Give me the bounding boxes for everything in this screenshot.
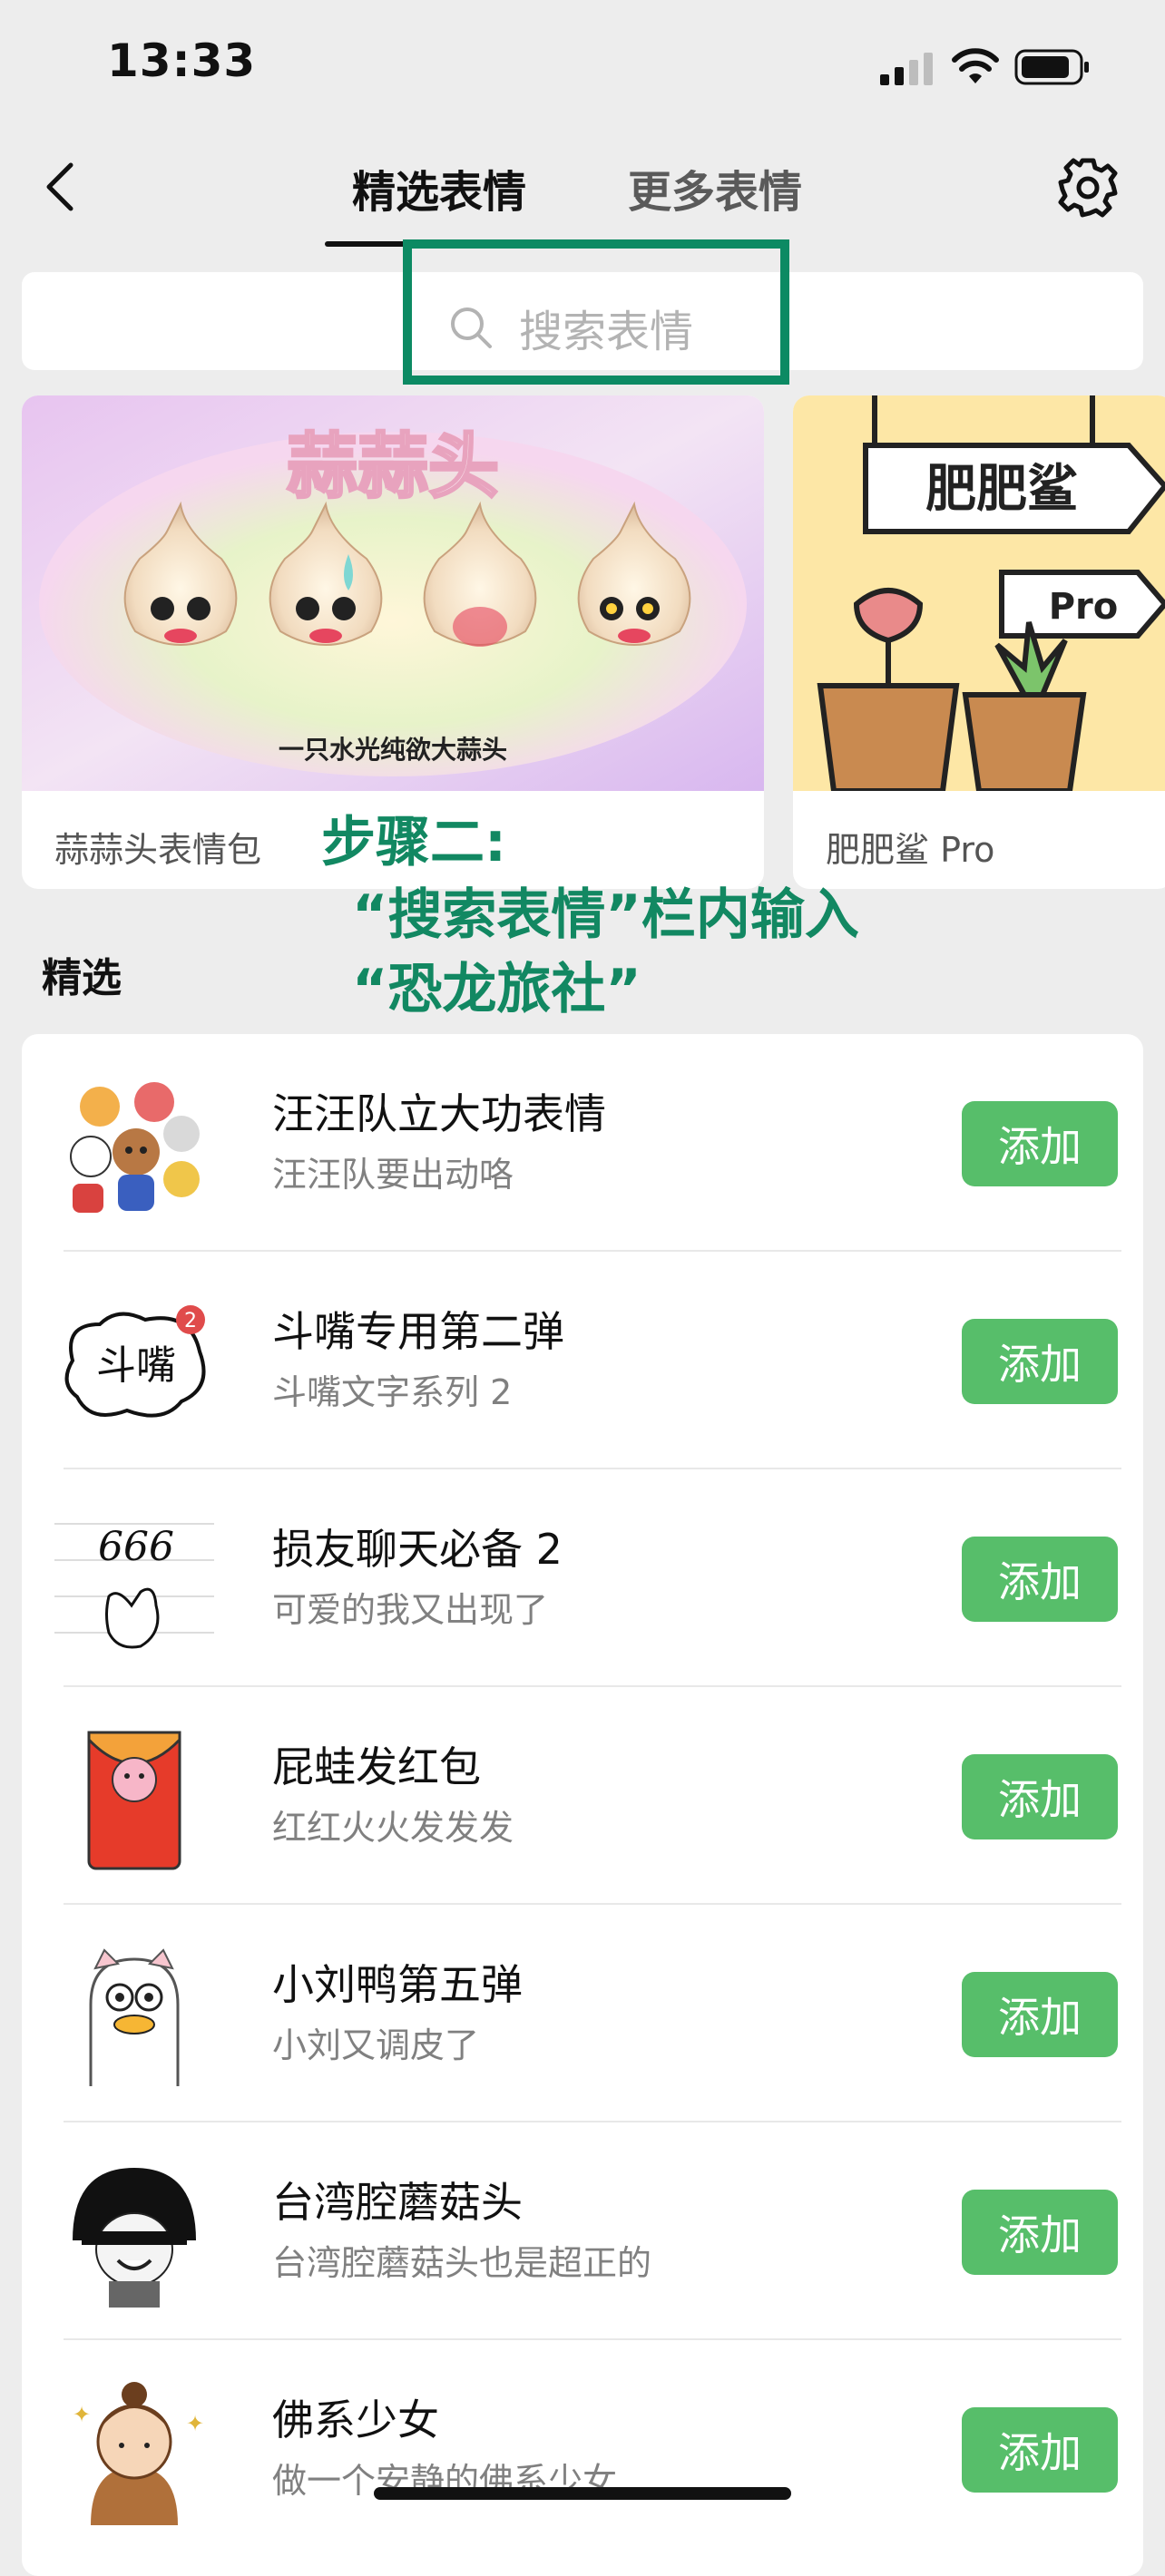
item-subtitle: 红红火火发发发 [272,1808,514,1848]
friend-thumb-text: 666 [98,1524,174,1570]
item-subtitle: 小刘又调皮了 [272,2025,480,2065]
item-title: 屁蛙发红包 [272,1742,481,1791]
tab-more-stickers[interactable]: 更多表情 [628,156,802,220]
list-item[interactable]: 小刘鸭第五弹 小刘又调皮了 添加 [22,1905,1143,2122]
add-button[interactable]: 添加 [962,1537,1118,1622]
banner-fat-shark-pro[interactable]: 肥肥鲨 Pro 肥肥鲨 Pro [793,395,1165,889]
annotation-highlight-box [403,239,789,385]
battery-icon [1014,49,1089,85]
banner-garlic-art-title: 蒜蒜头 [287,426,499,508]
section-title: 精选 [42,955,122,1001]
bicker-thumb-text: 斗嘴 [96,1342,176,1389]
status-time: 13:33 [107,34,257,87]
gear-icon[interactable] [1056,156,1120,220]
cellular-signal-icon [880,53,933,85]
item-title: 汪汪队立大功表情 [272,1089,606,1138]
annotation-step-line3: “恐龙旅社” [352,958,641,1021]
tab-featured-stickers[interactable]: 精选表情 [352,156,526,220]
mushroom-head-thumbnail [73,2168,196,2308]
item-title: 斗嘴专用第二弹 [272,1307,564,1356]
sticker-list: 汪汪队立大功表情 汪汪队要出动咯 添加 斗嘴 2 斗嘴专用第二弹 斗嘴文字系列 … [22,1034,1143,2576]
item-subtitle: 汪汪队要出动咯 [272,1155,514,1195]
friend-chat-thumbnail: 666 [54,1523,214,1649]
add-button[interactable]: 添加 [962,2190,1118,2275]
svg-text:✦: ✦ [186,2411,204,2436]
item-subtitle: 斗嘴文字系列 2 [272,1372,513,1412]
annotation-step-line2: “搜索表情”栏内输入 [352,883,859,947]
bicker-thumb-badge: 2 [184,1310,197,1332]
item-title: 台湾腔蘑菇头 [272,2178,523,2227]
add-button[interactable]: 添加 [962,1754,1118,1839]
banner-garlic-artwork: 蒜蒜头 一只水光纯欲大蒜头 [22,395,764,791]
add-button[interactable]: 添加 [962,1972,1118,2057]
banner-shark-artwork: 肥肥鲨 Pro [793,395,1165,791]
red-envelope-frog-thumbnail [87,1731,181,1870]
svg-text:✦: ✦ [73,2402,91,2427]
list-item[interactable]: 666 损友聊天必备 2 可爱的我又出现了 添加 [22,1469,1143,1687]
list-item[interactable]: 台湾腔蘑菇头 台湾腔蘑菇头也是超正的 添加 [22,2122,1143,2340]
status-bar: 13:33 [0,0,1165,136]
add-button[interactable]: 添加 [962,1101,1118,1186]
add-button[interactable]: 添加 [962,1319,1118,1404]
annotation-step-title: 步骤二: [321,811,506,874]
item-title: 佛系少女 [272,2395,439,2444]
bicker-stickers-thumbnail: 斗嘴 2 [64,1305,206,1418]
list-item[interactable]: 屁蛙发红包 红红火火发发发 添加 [22,1687,1143,1905]
buddhist-girl-thumbnail: ✦ ✦ [73,2382,204,2525]
banner-garlic-label: 蒜蒜头表情包 [54,830,262,870]
list-item[interactable]: 汪汪队立大功表情 汪汪队要出动咯 添加 [22,1034,1143,1252]
banner-shark-sign-1: 肥肥鲨 [925,460,1078,519]
list-item[interactable]: ✦ ✦ 佛系少女 做一个安静的佛系少女 添加 [22,2340,1143,2558]
back-icon[interactable] [42,161,78,212]
banner-garlic-art-caption: 一只水光纯欲大蒜头 [279,735,507,765]
item-subtitle: 台湾腔蘑菇头也是超正的 [272,2243,652,2283]
item-title: 小刘鸭第五弹 [272,1960,523,2009]
paw-patrol-thumbnail [70,1082,200,1213]
list-item[interactable]: 斗嘴 2 斗嘴专用第二弹 斗嘴文字系列 2 添加 [22,1252,1143,1469]
item-subtitle: 可爱的我又出现了 [272,1590,549,1630]
little-duck-thumbnail [89,1948,180,2086]
home-indicator[interactable] [374,2487,791,2500]
wifi-icon [952,48,999,83]
banner-shark-sign-2: Pro [1049,586,1119,628]
banner-shark-label: 肥肥鲨 Pro [826,830,995,870]
item-title: 损友聊天必备 2 [272,1525,563,1574]
add-button[interactable]: 添加 [962,2407,1118,2493]
